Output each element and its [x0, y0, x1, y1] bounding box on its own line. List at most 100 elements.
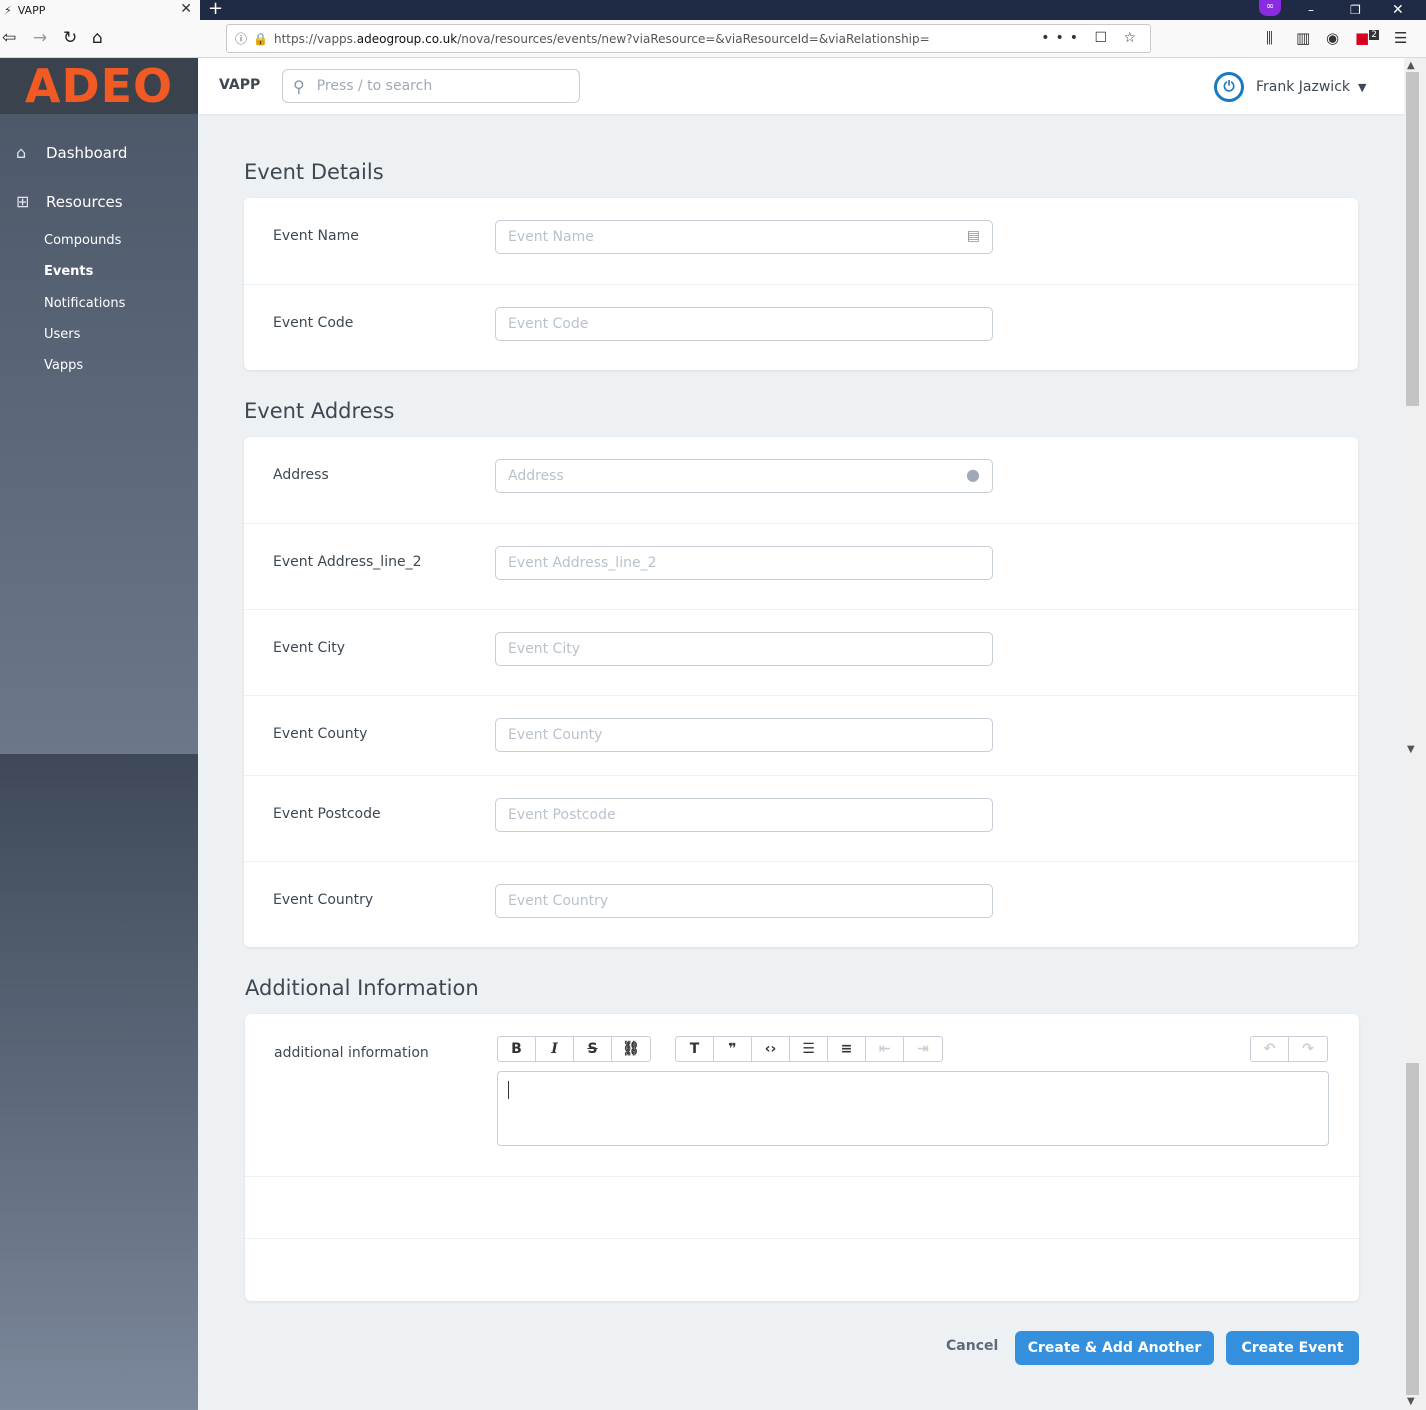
sidebar-item-events[interactable]: Events [44, 264, 93, 279]
browser-tab-bar: ⚡ VAPP ✕ + ∞ – ❐ ✕ [0, 0, 1426, 20]
address-input[interactable]: Address ● [495, 459, 993, 493]
scroll-up-icon[interactable]: ▲ [1407, 60, 1415, 71]
city-placeholder: Event City [508, 641, 580, 657]
info-icon[interactable]: ⓘ [235, 30, 247, 47]
scroll-down-icon[interactable]: ▼ [1407, 744, 1415, 755]
user-menu[interactable]: ⏻ Frank Jazwick ▼ [1214, 72, 1366, 102]
postcode-placeholder: Event Postcode [508, 807, 616, 823]
power-icon: ⏻ [1214, 72, 1244, 102]
section-title-additional-info: Additional Information [245, 976, 479, 1000]
section-title-event-details: Event Details [244, 160, 384, 184]
url-bar[interactable]: ⓘ 🔒 https://vapps. adeogroup.co.uk/nova/r… [226, 24, 1151, 53]
lock-icon: 🔒 [253, 31, 268, 46]
new-tab-icon[interactable]: + [208, 0, 223, 19]
editor-toolbar-block: T ❞ ‹› ☰ ≡ ⇤ ⇥ [675, 1036, 943, 1062]
event-name-input[interactable]: Event Name ▤ [495, 220, 993, 254]
label-event-code: Event Code [273, 315, 354, 331]
extension-icon[interactable]: ■ 2 [1355, 29, 1379, 47]
forward-icon[interactable]: → [33, 28, 47, 48]
create-add-another-button[interactable]: Create & Add Another [1015, 1331, 1214, 1365]
redo-icon[interactable]: ↷ [1289, 1037, 1327, 1061]
form-row-event-name: Event Name Event Name ▤ [244, 198, 1358, 284]
scroll-down-icon-lower[interactable]: ▼ [1407, 1396, 1415, 1407]
minimize-icon[interactable]: – [1308, 0, 1314, 20]
menu-icon[interactable]: ☰ [1394, 29, 1407, 47]
global-search[interactable]: ⚲ Press / to search [282, 69, 580, 103]
country-placeholder: Event Country [508, 893, 609, 909]
url-prefix: https://vapps. [273, 31, 357, 46]
search-placeholder: Press / to search [316, 78, 433, 94]
county-placeholder: Event County [508, 727, 603, 743]
form-row-city: Event City Event City [244, 609, 1358, 695]
chevron-down-icon: ▼ [1358, 80, 1367, 94]
sidebar-label-resources: Resources [46, 192, 123, 211]
text-caret [508, 1081, 509, 1099]
app-brand[interactable]: VAPP [219, 77, 260, 93]
sidebar-item-resources[interactable]: ⊞ Resources [16, 192, 123, 211]
address-placeholder: Address [508, 468, 564, 484]
bold-icon[interactable]: B [498, 1037, 536, 1061]
cancel-button[interactable]: Cancel [946, 1338, 998, 1354]
country-input[interactable]: Event Country [495, 884, 993, 918]
browser-tab[interactable]: ⚡ VAPP ✕ [0, 0, 200, 20]
sidebar-toggle-icon[interactable]: ▥ [1296, 29, 1310, 47]
code-icon[interactable]: ‹› [752, 1037, 790, 1061]
window-close-icon[interactable]: ✕ [1392, 0, 1404, 20]
form-row-country: Event Country Event Country [244, 861, 1358, 947]
reload-icon[interactable]: ↻ [63, 28, 77, 48]
link-icon[interactable]: ⛓ [612, 1037, 650, 1061]
restore-icon[interactable]: ❐ [1350, 0, 1361, 20]
tab-title: VAPP [17, 3, 46, 17]
page-actions-icon[interactable]: ••• ☐ ☆ [1041, 30, 1142, 46]
home-icon[interactable]: ⌂ [92, 28, 103, 48]
event-address-card: Address Address ● Event Address_line_2 E… [244, 437, 1358, 947]
form-row-event-code: Event Code Event Code [244, 284, 1358, 370]
numbered-list-icon[interactable]: ≡ [828, 1037, 866, 1061]
italic-icon[interactable]: I [536, 1037, 574, 1061]
create-event-button[interactable]: Create Event [1226, 1331, 1359, 1365]
search-icon: ⚲ [293, 76, 305, 96]
top-header: VAPP ⚲ Press / to search ⏻ Frank Jazwick… [198, 58, 1404, 114]
close-icon[interactable]: ✕ [180, 1, 192, 17]
bullet-list-icon[interactable]: ☰ [790, 1037, 828, 1061]
label-county: Event County [273, 726, 368, 742]
quote-icon[interactable]: ❞ [714, 1037, 752, 1061]
strikethrough-icon[interactable]: S [574, 1037, 612, 1061]
label-postcode: Event Postcode [273, 806, 381, 822]
outdent-icon[interactable]: ⇤ [866, 1037, 904, 1061]
sidebar-item-vapps[interactable]: Vapps [44, 358, 83, 373]
back-icon[interactable]: ⇦ [2, 28, 16, 48]
county-input[interactable]: Event County [495, 718, 993, 752]
heading-icon[interactable]: T [676, 1037, 714, 1061]
sidebar-item-notifications[interactable]: Notifications [44, 296, 125, 311]
scrollbar-thumb-lower[interactable] [1406, 1063, 1419, 1395]
scrollbar-thumb[interactable] [1406, 72, 1419, 406]
address-line-2-input[interactable]: Event Address_line_2 [495, 546, 993, 580]
sidebar-item-users[interactable]: Users [44, 327, 80, 342]
map-pin-icon: ● [966, 465, 980, 484]
sidebar-lower [0, 754, 198, 1410]
additional-info-editor[interactable] [497, 1071, 1329, 1146]
user-name: Frank Jazwick [1256, 79, 1351, 95]
grid-icon: ⊞ [16, 192, 30, 211]
sidebar-item-dashboard[interactable]: ⌂ Dashboard [16, 143, 127, 162]
indent-icon[interactable]: ⇥ [904, 1037, 942, 1061]
section-title-event-address: Event Address [244, 399, 395, 423]
contact-card-icon[interactable]: ▤ [967, 228, 980, 244]
form-row-empty-2 [245, 1238, 1359, 1301]
extension-badge: 2 [1369, 30, 1379, 40]
label-city: Event City [273, 640, 345, 656]
logo[interactable]: ADEO [0, 58, 198, 114]
undo-icon[interactable]: ↶ [1251, 1037, 1289, 1061]
library-icon[interactable]: ⫼ [1266, 29, 1273, 47]
event-name-placeholder: Event Name [508, 229, 594, 245]
form-row-address: Address Address ● [244, 437, 1358, 523]
label-address-line-2: Event Address_line_2 [273, 554, 422, 570]
postcode-input[interactable]: Event Postcode [495, 798, 993, 832]
sidebar-item-compounds[interactable]: Compounds [44, 233, 121, 248]
event-code-input[interactable]: Event Code [495, 307, 993, 341]
editor-toolbar-history: ↶ ↷ [1250, 1036, 1328, 1062]
account-icon[interactable]: ◉ [1326, 29, 1339, 47]
event-code-placeholder: Event Code [508, 316, 589, 332]
city-input[interactable]: Event City [495, 632, 993, 666]
